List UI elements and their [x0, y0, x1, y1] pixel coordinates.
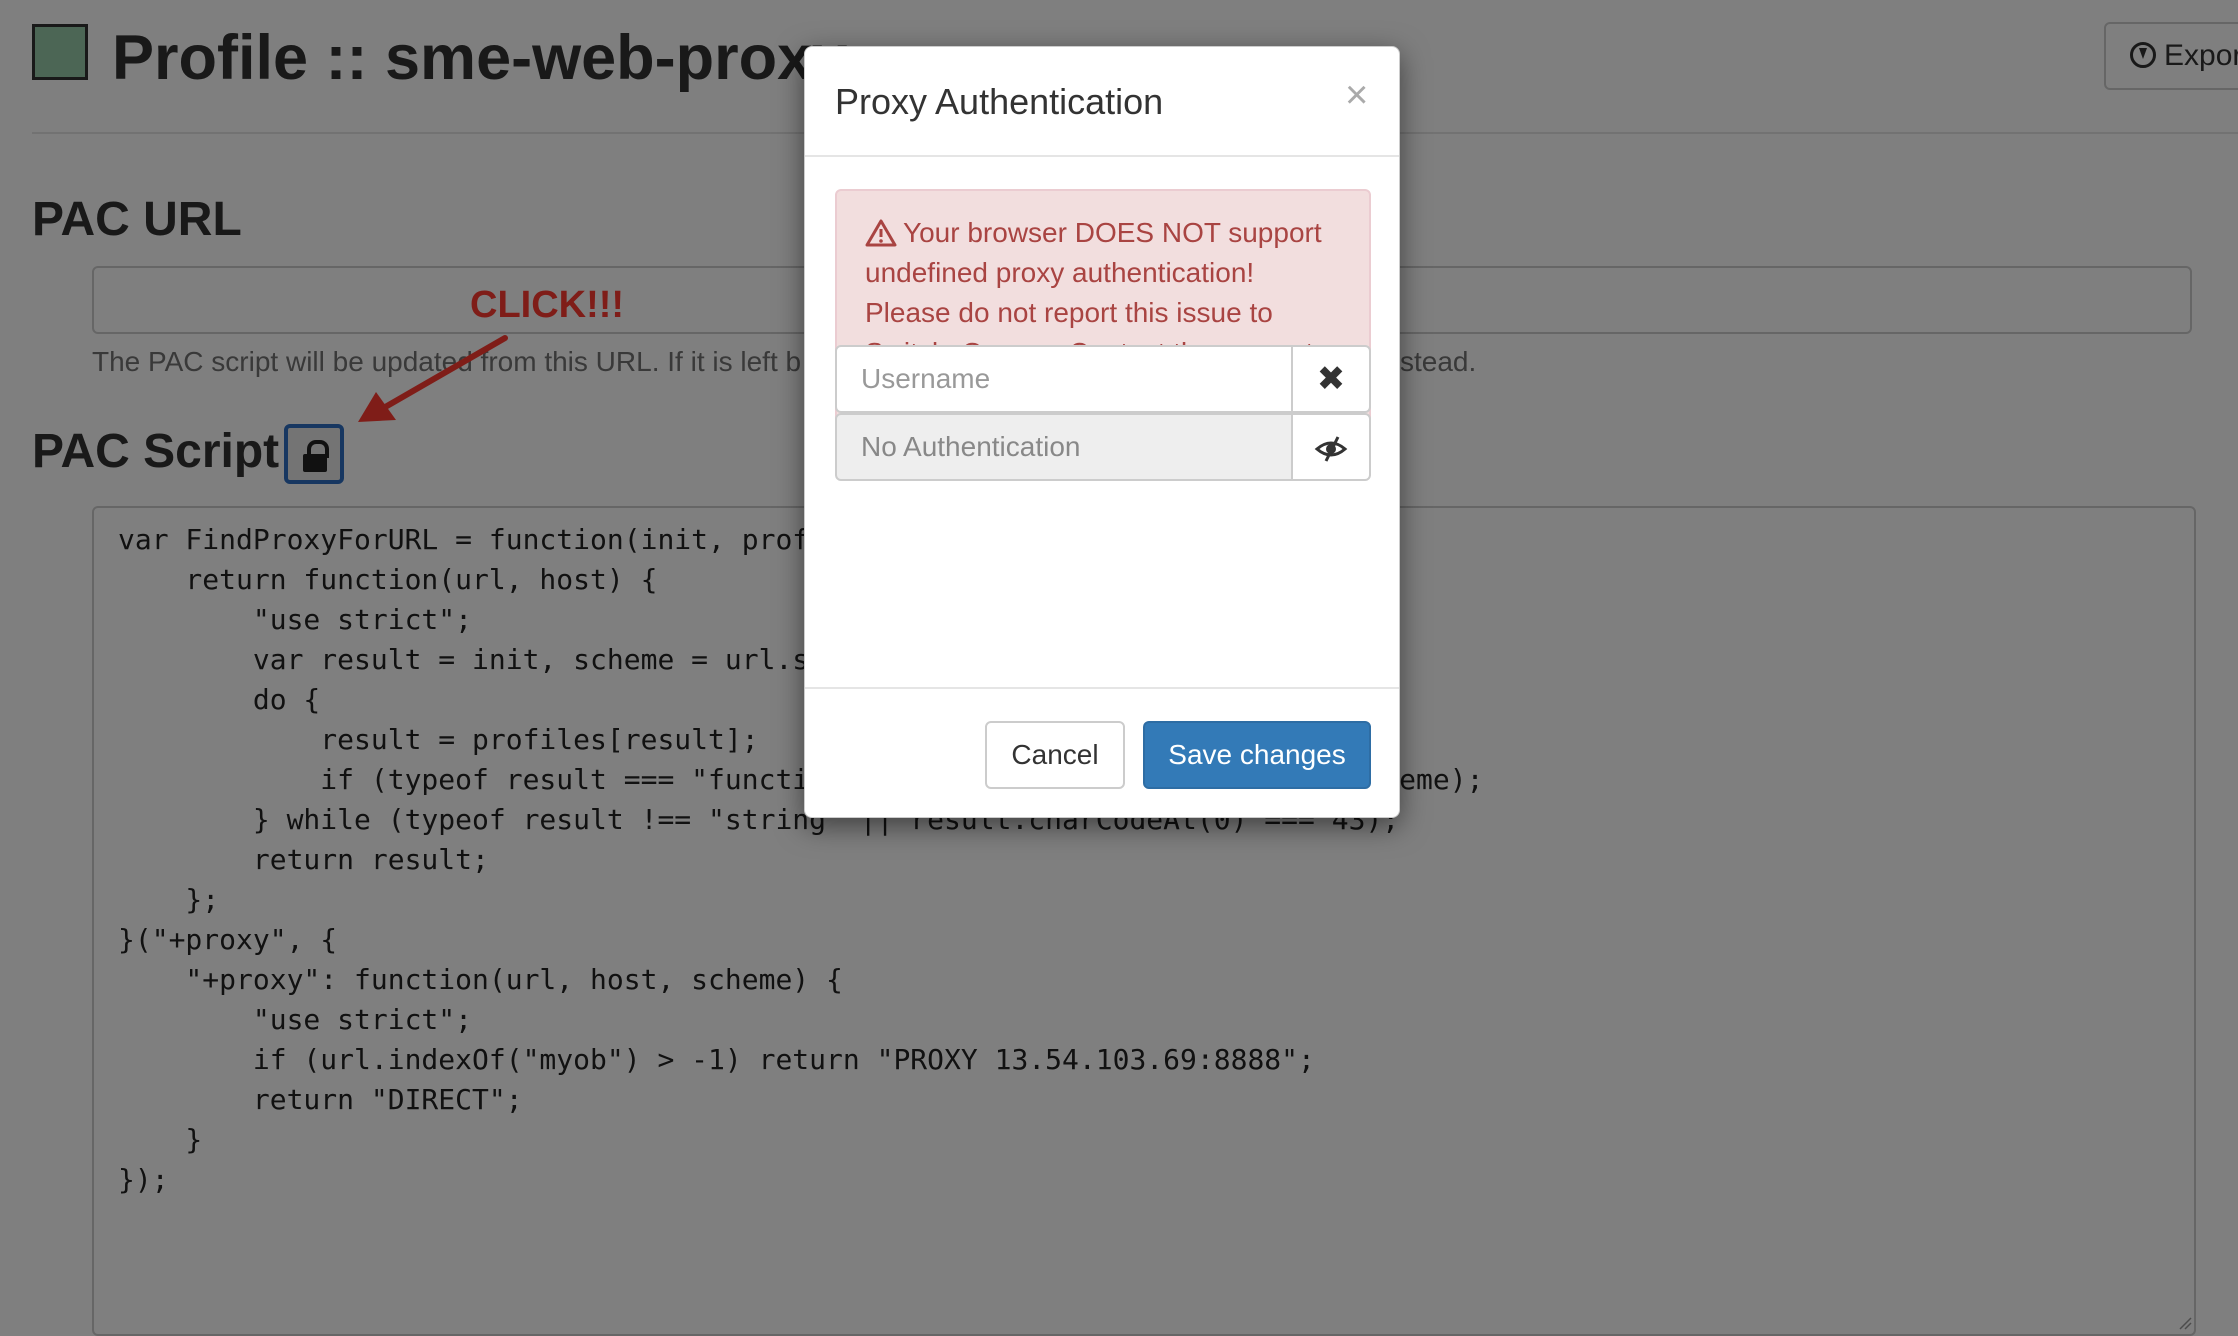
dialog-title: Proxy Authentication [835, 81, 1164, 122]
toggle-password-button[interactable] [1291, 413, 1371, 481]
save-changes-button[interactable]: Save changes [1143, 721, 1371, 789]
proxy-auth-dialog: Proxy Authentication × Your browser DOES… [804, 46, 1400, 818]
eye-slash-icon [1314, 436, 1348, 462]
username-group: Username ✖ [835, 345, 1371, 413]
password-input[interactable]: No Authentication [835, 413, 1293, 481]
dialog-footer-divider [805, 687, 1399, 689]
clear-username-button[interactable]: ✖ [1291, 345, 1371, 413]
close-icon[interactable]: × [1345, 75, 1368, 115]
cancel-button[interactable]: Cancel [985, 721, 1125, 789]
clear-icon: ✖ [1316, 360, 1346, 398]
dialog-header: Proxy Authentication × [805, 47, 1399, 157]
password-group: No Authentication [835, 413, 1371, 481]
username-input[interactable]: Username [835, 345, 1293, 413]
